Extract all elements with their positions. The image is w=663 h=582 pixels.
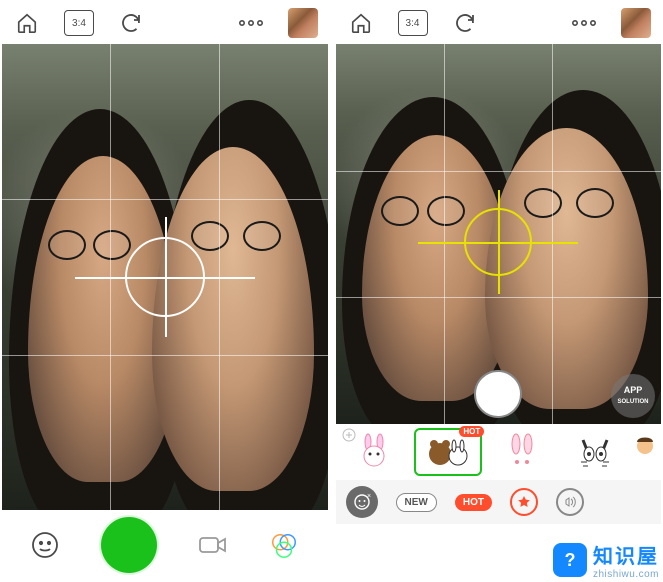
rotate-camera-button[interactable] <box>450 8 480 38</box>
bear-cony-icon <box>426 432 470 472</box>
sticker-bunny-sparkle[interactable] <box>342 428 406 476</box>
gallery-thumbnail[interactable] <box>288 8 318 38</box>
more-options-button[interactable] <box>236 8 266 38</box>
home-button[interactable] <box>346 8 376 38</box>
aspect-ratio-button[interactable]: 3:4 <box>398 8 428 38</box>
stickers-button[interactable] <box>30 530 60 560</box>
grid-line <box>336 171 662 172</box>
camera-viewfinder[interactable] <box>2 44 328 510</box>
top-toolbar: 3:4 <box>2 2 328 44</box>
sticker-category-row: × NEW HOT <box>336 480 662 524</box>
face-sticker-icon <box>30 530 60 560</box>
color-filters-icon <box>269 529 299 561</box>
video-mode-icon <box>198 534 228 556</box>
aspect-ratio-label: 3:4 <box>398 10 428 36</box>
more-icon <box>571 18 597 28</box>
new-category-pill[interactable]: NEW <box>396 493 437 512</box>
app-solution-badge: APPSOLUTION <box>611 374 655 418</box>
video-mode-button[interactable] <box>198 530 228 560</box>
rotate-camera-button[interactable] <box>116 8 146 38</box>
rotate-icon <box>119 11 143 35</box>
sticker-bear-cony[interactable]: HOT <box>414 428 482 476</box>
more-options-button[interactable] <box>569 8 599 38</box>
sound-wave-icon <box>342 428 356 442</box>
grid-line <box>552 44 553 424</box>
close-stickers-button[interactable]: × <box>346 486 378 518</box>
filters-button[interactable] <box>269 530 299 560</box>
shutter-button[interactable] <box>101 517 157 573</box>
aspect-ratio-label: 3:4 <box>64 10 94 36</box>
hot-badge: HOT <box>459 426 484 437</box>
bunny-ears-icon <box>502 432 542 472</box>
star-badge-icon <box>517 495 531 509</box>
aspect-ratio-button[interactable]: 3:4 <box>64 8 94 38</box>
hot-category-pill[interactable]: HOT <box>455 494 492 511</box>
rotate-icon <box>453 11 477 35</box>
more-icon <box>238 18 264 28</box>
grid-line <box>444 44 445 424</box>
star-category-button[interactable] <box>510 488 538 516</box>
bunny-sparkle-icon <box>354 432 394 472</box>
home-icon <box>350 12 372 34</box>
close-stickers-icon: × <box>353 493 371 511</box>
focus-crosshair <box>165 217 167 337</box>
focus-crosshair <box>498 190 500 294</box>
bottom-toolbar <box>2 510 328 580</box>
grid-line <box>336 297 662 298</box>
sticker-picker-row[interactable]: HOT <box>336 424 662 480</box>
sticker-cat-face[interactable] <box>563 428 627 476</box>
cat-face-icon <box>575 432 615 472</box>
sticker-bunny-ears[interactable] <box>490 428 554 476</box>
home-button[interactable] <box>12 8 42 38</box>
grid-line <box>2 199 328 200</box>
sound-wave-icon <box>563 495 577 509</box>
shutter-button[interactable] <box>476 372 520 416</box>
girl-sticker-icon <box>636 432 654 472</box>
svg-text:×: × <box>367 493 371 500</box>
phone-screen-right: 3:4 APPSOLUTION <box>336 2 662 580</box>
camera-viewfinder[interactable]: APPSOLUTION <box>336 44 662 424</box>
top-toolbar: 3:4 <box>336 2 662 44</box>
sticker-girl[interactable] <box>635 428 655 476</box>
gallery-thumbnail[interactable] <box>621 8 651 38</box>
grid-line <box>2 355 328 356</box>
phone-screen-left: 3:4 <box>2 2 328 580</box>
home-icon <box>16 12 38 34</box>
sound-category-button[interactable] <box>556 488 584 516</box>
